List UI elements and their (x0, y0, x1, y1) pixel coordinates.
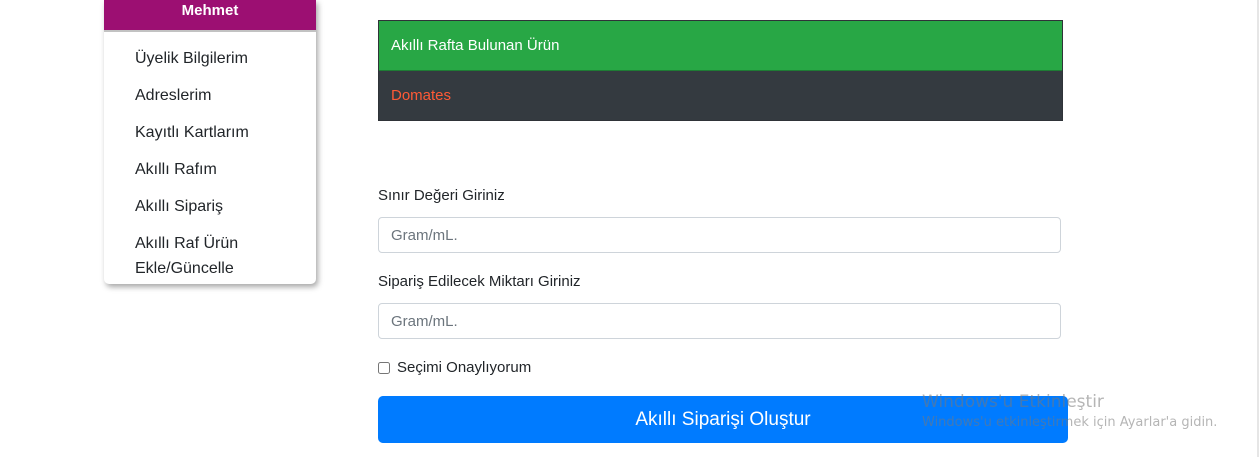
confirm-checkbox[interactable] (378, 361, 390, 374)
sidebar-item-shelf-product-add-update[interactable]: Akıllı Raf Ürün Ekle/Güncelle (104, 227, 307, 289)
threshold-label: Sınır Değeri Giriniz (378, 187, 505, 204)
table-row[interactable]: Domates (379, 71, 1062, 120)
confirm-label: Seçimi Onaylıyorum (397, 359, 532, 376)
sidebar-item-saved-cards[interactable]: Kayıtlı Kartlarım (104, 116, 307, 153)
sidebar-menu: Üyelik Bilgilerim Adreslerim Kayıtlı Kar… (104, 32, 316, 289)
threshold-input[interactable] (378, 217, 1061, 253)
create-smart-order-button[interactable]: Akıllı Siparişi Oluştur (378, 396, 1068, 443)
shelf-product-table: Akıllı Rafta Bulunan Ürün Domates (378, 20, 1063, 121)
order-amount-input[interactable] (378, 303, 1061, 339)
page: Mehmet Üyelik Bilgilerim Adreslerim Kayı… (0, 0, 1259, 457)
sidebar-item-addresses[interactable]: Adreslerim (104, 79, 307, 116)
sidebar-item-membership-info[interactable]: Üyelik Bilgilerim (104, 42, 307, 79)
sidebar-item-smart-order[interactable]: Akıllı Sipariş (104, 190, 307, 227)
account-sidebar: Mehmet Üyelik Bilgilerim Adreslerim Kayı… (104, 0, 316, 284)
order-amount-label: Sipariş Edilecek Miktarı Giriniz (378, 273, 581, 290)
confirm-selection[interactable]: Seçimi Onaylıyorum (378, 359, 531, 376)
table-header: Akıllı Rafta Bulunan Ürün (379, 21, 1062, 71)
sidebar-item-smart-shelf[interactable]: Akıllı Rafım (104, 153, 307, 190)
sidebar-user-name: Mehmet (104, 0, 316, 32)
